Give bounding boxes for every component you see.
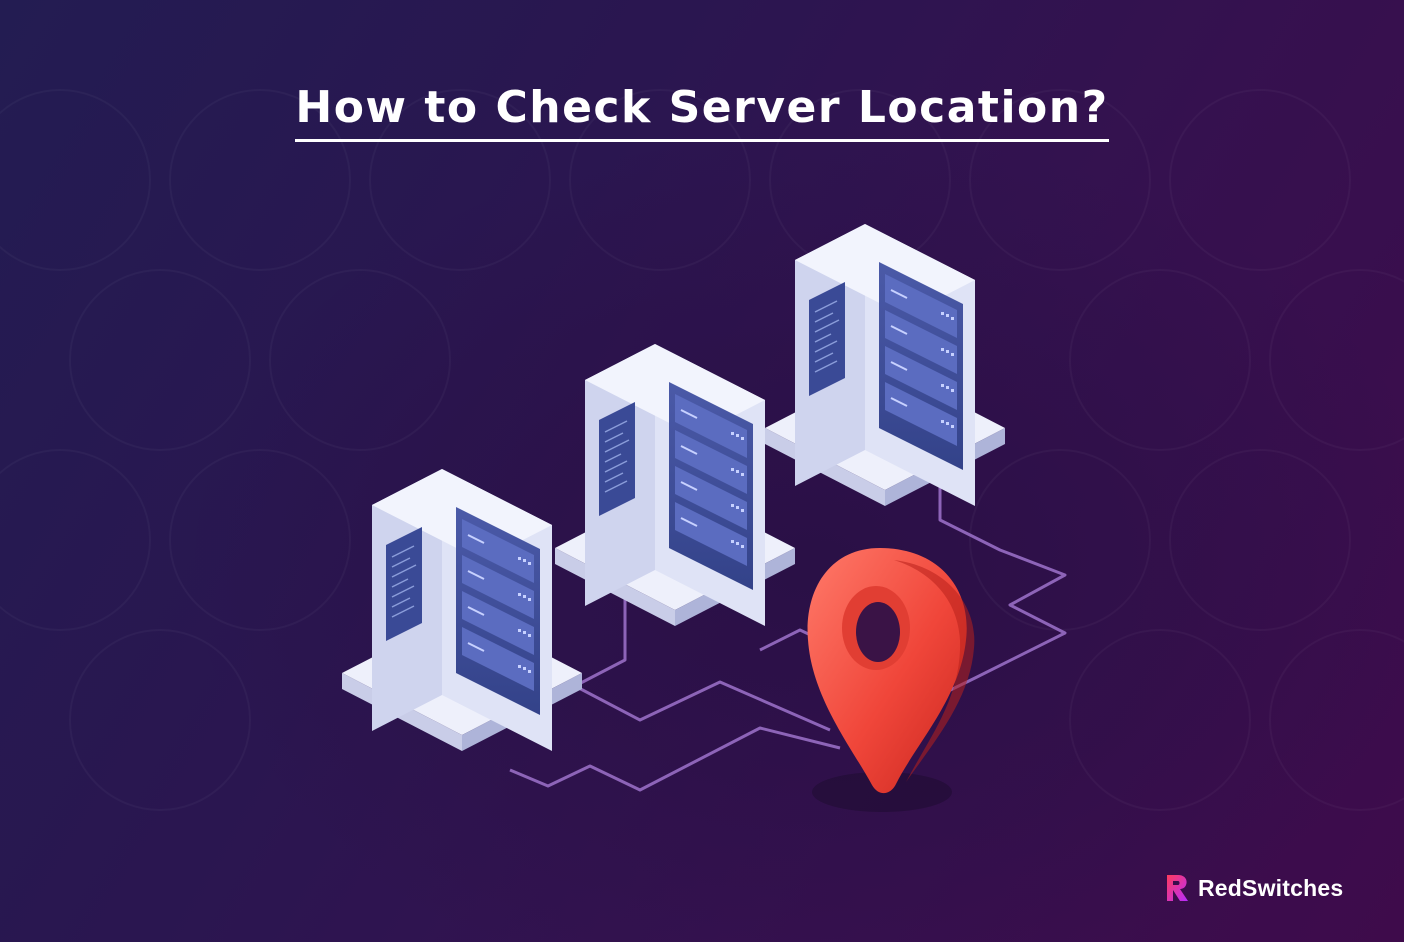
server-location-illustration	[341, 223, 1067, 812]
server-rack-icon	[341, 468, 583, 752]
brand-name: RedSwitches	[1198, 874, 1344, 901]
redswitches-logo-icon	[1167, 875, 1188, 901]
hero-banner: How to Check Server Location? RedSwitche…	[0, 0, 1404, 942]
map-pin-icon	[807, 548, 975, 812]
brand-logo: RedSwitches	[1164, 870, 1343, 906]
server-rack-icon	[764, 223, 1006, 507]
server-rack-icon	[554, 343, 796, 627]
